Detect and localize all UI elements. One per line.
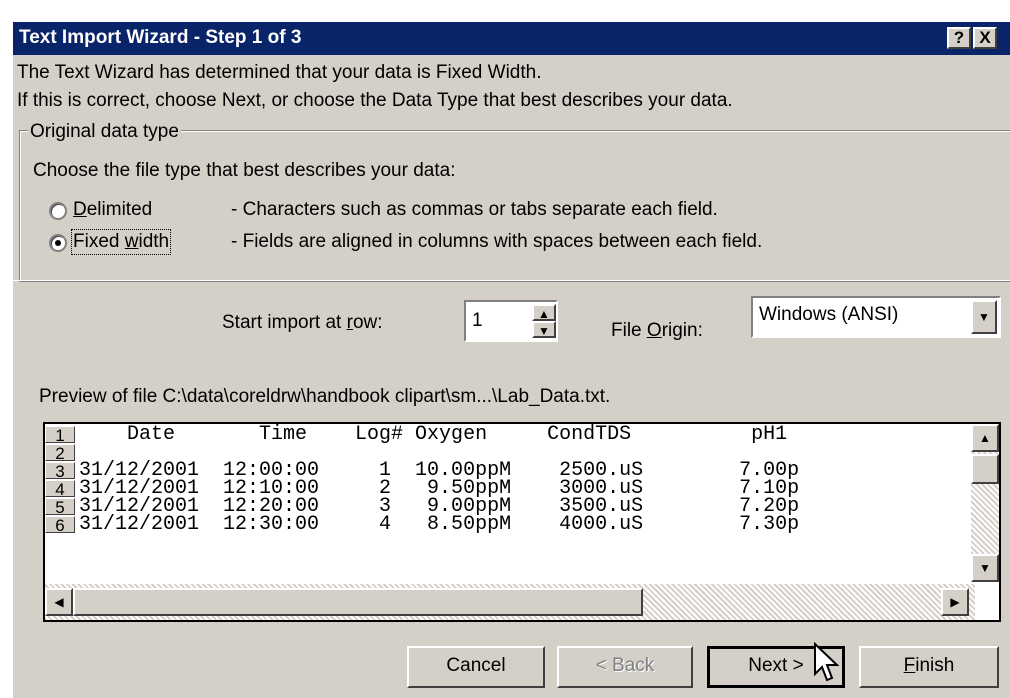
caret-down-icon: ▼ [979, 561, 991, 575]
file-origin-value: Windows (ANSI) [759, 304, 899, 325]
preview-blank [45, 536, 975, 584]
help-icon: ? [953, 28, 965, 47]
window-title: Text Import Wizard - Step 1 of 3 [19, 27, 302, 48]
delimited-rest: elimited [86, 199, 153, 220]
caret-up-icon: ▲ [538, 307, 550, 321]
caret-up-icon: ▲ [979, 431, 991, 445]
horizontal-scroll-thumb[interactable] [73, 588, 643, 616]
cancel-label: Cancel [446, 655, 506, 676]
radio-delimited[interactable] [49, 202, 67, 220]
row-number: 5 [45, 498, 75, 516]
preview-pane[interactable]: 1 2 3 4 5 6 Date Time Log# Oxygen CondTD… [43, 422, 1001, 622]
mnemonic-r: r [346, 312, 353, 333]
back-label: < Back [595, 655, 655, 676]
scroll-left-button[interactable]: ◀ [45, 588, 73, 616]
scroll-right-button[interactable]: ▶ [941, 588, 969, 616]
caret-right-icon: ▶ [950, 595, 960, 609]
separator [13, 280, 1010, 281]
start-row-value: 1 [472, 310, 483, 331]
help-button[interactable]: ? [947, 27, 971, 49]
row-number: 1 [45, 426, 75, 444]
mnemonic-d: D [73, 199, 87, 220]
file-origin-select[interactable]: Windows (ANSI) ▼ [751, 296, 1001, 338]
preview-label: Preview of file C:\data\coreldrw\handboo… [39, 386, 611, 407]
finish-button[interactable]: Finish [859, 646, 999, 688]
caret-left-icon: ◀ [54, 595, 64, 609]
finish-label: Finish [903, 655, 955, 676]
close-button[interactable]: X [973, 27, 997, 49]
row-number: 4 [45, 480, 75, 498]
scroll-down-button[interactable]: ▼ [971, 554, 999, 582]
row-number: 3 [45, 462, 75, 480]
mnemonic-o: O [646, 320, 662, 341]
mouse-cursor-icon [814, 642, 840, 682]
vertical-scroll-thumb[interactable] [971, 454, 999, 484]
intro-line-2: If this is correct, choose Next, or choo… [17, 90, 733, 111]
chevron-down-icon: ▼ [978, 310, 990, 324]
next-label: Next > [748, 655, 804, 676]
radio-dot [55, 240, 61, 246]
vertical-scrollbar[interactable]: ▲ ▼ [971, 424, 999, 582]
scroll-up-button[interactable]: ▲ [971, 424, 999, 452]
close-icon: X [979, 28, 991, 47]
cancel-button[interactable]: Cancel [407, 646, 545, 688]
title-bar[interactable]: Text Import Wizard - Step 1 of 3 ? X [13, 22, 1010, 55]
file-origin-label: File Origin: [611, 320, 703, 341]
radio-fixed-width[interactable] [49, 234, 67, 252]
option-delimited-label[interactable]: Delimited [73, 199, 152, 221]
group-label: Original data type [28, 121, 181, 143]
file-origin-dropdown-button[interactable]: ▼ [971, 300, 997, 334]
preview-line: Date Time Log# Oxygen CondTDS pH1 [79, 423, 788, 446]
start-row-input[interactable]: 1 ▲ ▼ [464, 300, 558, 342]
spin-down-button[interactable]: ▼ [532, 321, 556, 338]
fixed-width-suffix: idth [138, 231, 170, 252]
option-delimited-desc: - Characters such as commas or tabs sepa… [231, 199, 718, 220]
spin-up-button[interactable]: ▲ [532, 304, 556, 321]
intro-line-1: The Text Wizard has determined that your… [17, 62, 542, 83]
fixed-width-prefix: Fixed [73, 231, 125, 252]
text-import-wizard-dialog: Text Import Wizard - Step 1 of 3 ? X The… [11, 20, 1010, 698]
row-number: 2 [45, 444, 75, 462]
option-fixed-width-desc: - Fields are aligned in columns with spa… [231, 231, 763, 252]
caret-down-icon: ▼ [538, 324, 550, 338]
file-type-prompt: Choose the file type that best describes… [33, 160, 456, 181]
start-row-label: Start import at row: [222, 312, 383, 333]
horizontal-scrollbar[interactable]: ◀ ▶ [45, 584, 975, 620]
row-number: 6 [45, 516, 75, 534]
preview-line: 31/12/2001 12:30:00 4 8.50ppM 4000.uS 7.… [79, 513, 800, 536]
mnemonic-f: F [903, 655, 916, 676]
mnemonic-w: w [124, 231, 139, 252]
back-button[interactable]: < Back [557, 646, 693, 688]
option-fixed-width-label[interactable]: Fixed width [70, 229, 172, 255]
